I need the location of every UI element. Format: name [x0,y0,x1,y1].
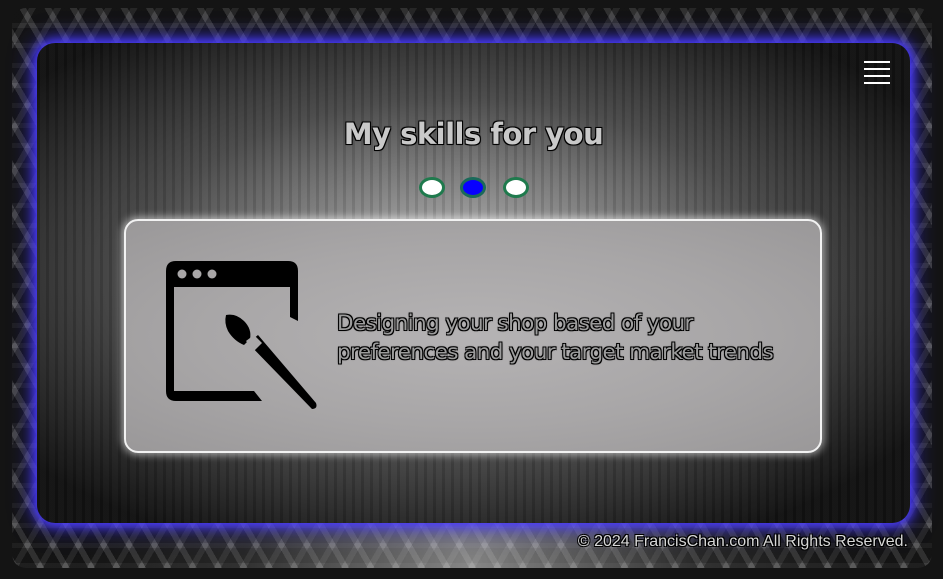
carousel-dot-3[interactable] [503,177,529,198]
carousel-dot-2[interactable] [460,177,486,198]
skill-description: Designing your shop based of your prefer… [337,311,774,365]
main-panel: My skills for you Designing your shop ba… [37,43,910,523]
carousel-dot-1[interactable] [419,177,445,198]
skill-card: Designing your shop based of your prefer… [124,219,822,453]
hamburger-menu-icon[interactable] [864,61,890,85]
web-design-paintbrush-icon [166,261,317,409]
page-title: My skills for you [343,117,604,151]
copyright-footer: © 2024 FrancisChan.com All Rights Reserv… [577,533,908,550]
